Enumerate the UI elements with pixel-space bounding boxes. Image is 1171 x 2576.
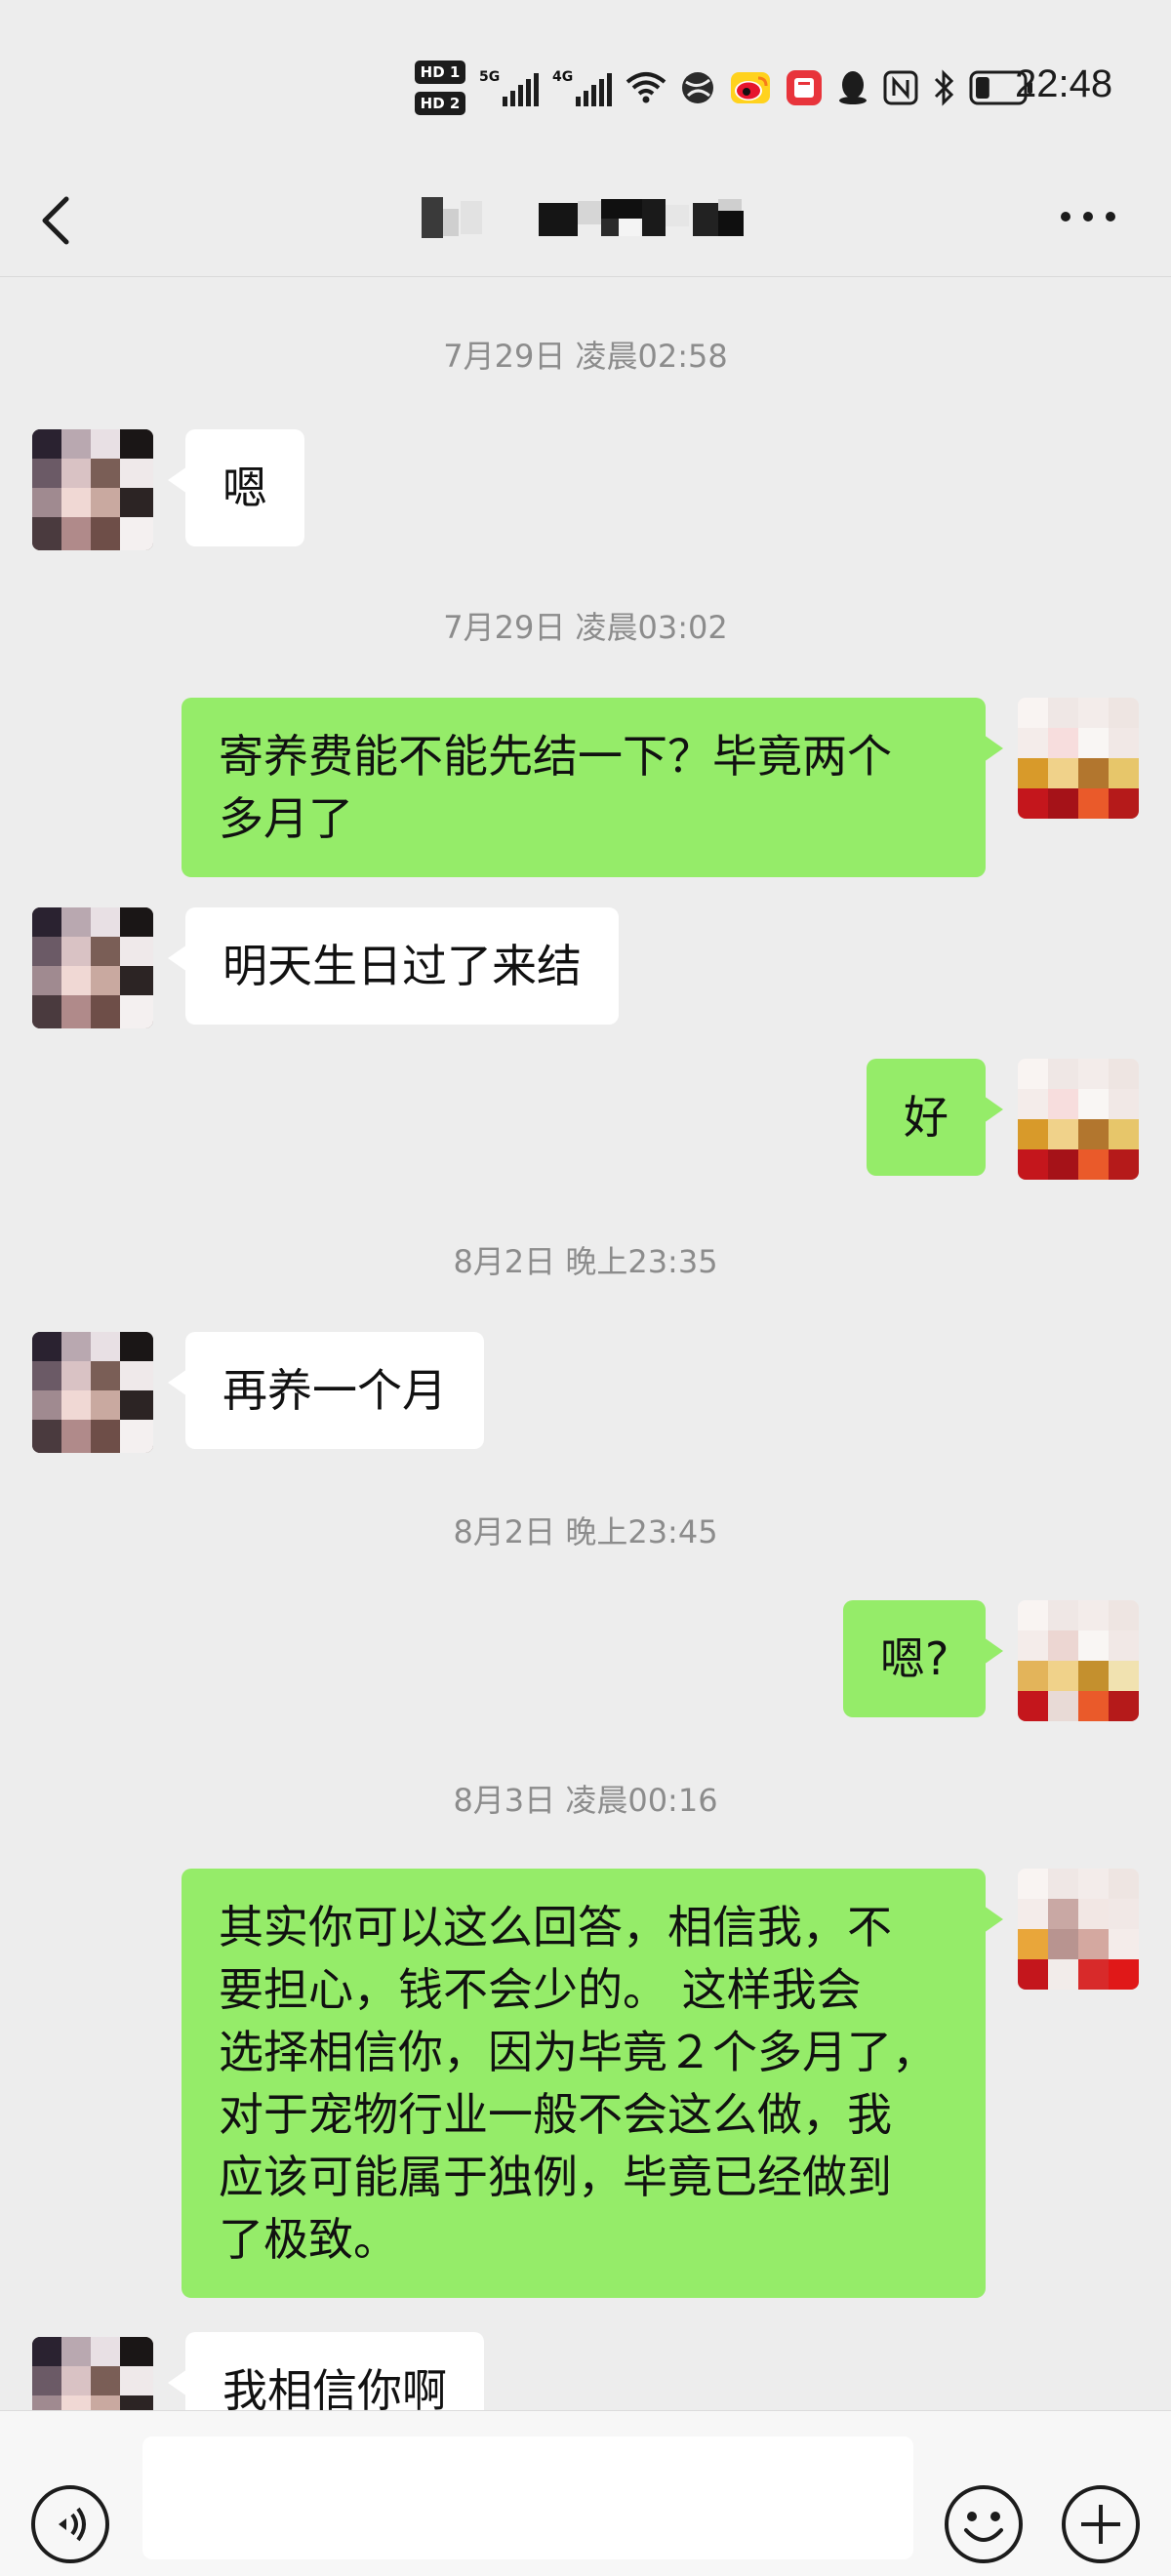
plus-button[interactable]: [1060, 2483, 1142, 2565]
message-text: 明天生日过了来结: [222, 940, 582, 992]
timestamp: 8月3日 凌晨00:16: [453, 1782, 718, 1819]
message-outgoing[interactable]: 嗯?: [843, 1600, 1004, 1717]
self-avatar-image: [1018, 1869, 1139, 1990]
message-text: 嗯?: [880, 1632, 949, 1685]
plus-icon: [1062, 2485, 1140, 2563]
signal-4g-icon: 4G: [552, 69, 612, 106]
message-outgoing[interactable]: 好: [867, 1059, 1003, 1176]
timestamp: 7月29日 凌晨02:58: [443, 338, 728, 375]
message-incoming[interactable]: 嗯: [168, 429, 304, 546]
message-input[interactable]: [142, 2436, 913, 2559]
chevron-left-icon: [42, 196, 69, 245]
nfc-icon: [883, 70, 918, 105]
message-text-line: 应该可能属于独例，毕竟已经做到: [219, 2151, 892, 2203]
back-button[interactable]: [27, 178, 96, 256]
network2-label: 4G: [552, 69, 574, 85]
more-dots-icon: [1061, 212, 1115, 221]
avatar-self[interactable]: [1018, 698, 1139, 819]
avatar-self[interactable]: [1018, 1869, 1139, 1990]
title-mosaic: [422, 197, 744, 238]
message-incoming[interactable]: 再养一个月: [168, 1332, 484, 1449]
more-button[interactable]: [1054, 195, 1122, 238]
network1-label: 5G: [479, 69, 501, 85]
message-text: 再养一个月: [222, 1364, 447, 1417]
message-text: 嗯: [222, 462, 267, 514]
bluetooth-icon: [932, 69, 955, 106]
contact-avatar-image: [32, 907, 153, 1028]
book-app-icon: [786, 69, 823, 106]
sim1-label: HD 1: [415, 60, 465, 84]
qq-icon: [836, 69, 869, 106]
message-text-line: 选择相信你，因为毕竟２个多月了，: [219, 2026, 937, 2078]
avatar-contact[interactable]: [32, 1332, 153, 1453]
chat-title: [410, 195, 771, 240]
message-text: 我相信你啊: [222, 2364, 447, 2410]
emoji-icon: [945, 2485, 1023, 2563]
avatar-self[interactable]: [1018, 1600, 1139, 1721]
emoji-button[interactable]: [943, 2483, 1025, 2565]
chat-header: [0, 156, 1171, 277]
avatar-contact[interactable]: [32, 429, 153, 550]
avatar-contact[interactable]: [32, 2337, 153, 2410]
message-text-line: 多月了: [219, 792, 353, 845]
weibo-icon: [729, 70, 772, 105]
browser-icon: [680, 70, 715, 105]
message-outgoing[interactable]: 其实你可以这么回答，相信我，不 要担心，钱不会少的。 这样我会 选择相信你，因为…: [182, 1869, 1003, 2298]
timestamp: 7月29日 凌晨03:02: [443, 609, 728, 646]
message-text-line: 其实你可以这么回答，相信我，不: [219, 1901, 892, 1953]
timestamp: 8月2日 晚上23:35: [453, 1243, 718, 1280]
voice-icon: [31, 2485, 109, 2563]
status-bar: HD 1 HD 2 5G 4G 22:48: [0, 0, 1171, 156]
message-text-line: 对于宠物行业一般不会这么做，我: [219, 2088, 892, 2141]
status-icons: HD 1 HD 2 5G 4G: [415, 57, 1033, 119]
hd-icon: HD 1 HD 2: [415, 60, 465, 115]
self-avatar-image: [1018, 698, 1139, 819]
wifi-icon: [626, 71, 666, 104]
message-incoming[interactable]: 我相信你啊: [168, 2332, 484, 2410]
timestamp: 8月2日 晚上23:45: [453, 1513, 718, 1550]
message-outgoing[interactable]: 寄养费能不能先结一下？毕竟两个 多月了: [182, 698, 1003, 877]
contact-avatar-image: [32, 2337, 153, 2410]
message-text: 好: [904, 1091, 949, 1144]
self-avatar-image: [1018, 1600, 1139, 1721]
sim2-label: HD 2: [415, 92, 465, 115]
signal-5g-icon: 5G: [479, 69, 539, 106]
message-text-line: 了极致。: [219, 2213, 398, 2266]
contact-avatar-image: [32, 1332, 153, 1453]
avatar-self[interactable]: [1018, 1059, 1139, 1180]
chat-area[interactable]: 7月29日 凌晨02:58 嗯 7月29日 凌晨03:02 寄养费能不能先结一下…: [0, 278, 1171, 2410]
status-time: 22:48: [1015, 62, 1113, 105]
message-text-line: 寄养费能不能先结一下？毕竟两个: [219, 730, 892, 783]
message-incoming[interactable]: 明天生日过了来结: [168, 907, 619, 1025]
avatar-contact[interactable]: [32, 907, 153, 1028]
voice-button[interactable]: [29, 2483, 111, 2565]
input-bar: [0, 2410, 1171, 2576]
message-text-line: 要担心，钱不会少的。 这样我会: [219, 1963, 862, 2016]
self-avatar-image: [1018, 1059, 1139, 1180]
contact-avatar-image: [32, 429, 153, 550]
